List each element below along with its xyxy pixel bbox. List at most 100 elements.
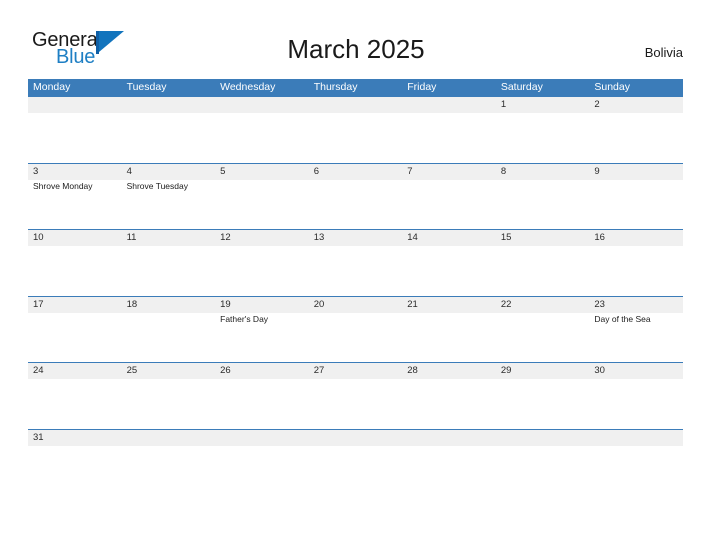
day-number-band: 17 18 19 20 21 22 23 (28, 296, 683, 313)
day-event (309, 246, 403, 296)
day-number-band: 10 11 12 13 14 15 16 (28, 230, 683, 246)
week-row: 10 11 12 13 14 15 16 (28, 229, 683, 296)
day-number[interactable]: 19 (215, 297, 309, 313)
day-number[interactable] (496, 430, 590, 446)
day-number[interactable]: 20 (309, 297, 403, 313)
day-event (122, 246, 216, 296)
weekday-header-friday: Friday (407, 81, 437, 93)
weekday-header-wednesday: Wednesday (220, 81, 276, 93)
day-number[interactable] (215, 97, 309, 113)
day-number[interactable]: 8 (496, 164, 590, 180)
day-event (122, 379, 216, 429)
day-number[interactable]: 13 (309, 230, 403, 246)
day-number[interactable] (309, 97, 403, 113)
day-number[interactable] (402, 97, 496, 113)
day-number[interactable]: 26 (215, 363, 309, 379)
day-event (402, 113, 496, 163)
page-header: General Blue March 2025 Bolivia (0, 0, 712, 79)
day-number[interactable]: 29 (496, 363, 590, 379)
day-event (402, 246, 496, 296)
day-event (215, 246, 309, 296)
day-number[interactable] (309, 430, 403, 446)
week-row: 31 (28, 428, 683, 454)
day-number[interactable]: 5 (215, 164, 309, 180)
day-event-band (28, 246, 683, 296)
day-event (402, 379, 496, 429)
day-event (28, 113, 122, 163)
day-event (309, 379, 403, 429)
week-row: 17 18 19 20 21 22 23 Father's Day Day of… (28, 295, 683, 363)
day-event (496, 180, 590, 230)
day-event (122, 313, 216, 363)
day-event (215, 379, 309, 429)
day-event (589, 379, 683, 429)
day-event (402, 180, 496, 230)
day-number[interactable]: 30 (589, 363, 683, 379)
day-number-band: 24 25 26 27 28 29 30 (28, 363, 683, 379)
calendar-bottom-edge (28, 454, 683, 455)
weekday-header-row: Monday Tuesday Wednesday Thursday Friday… (28, 79, 683, 96)
day-event (215, 113, 309, 163)
day-number[interactable]: 3 (28, 164, 122, 180)
day-number[interactable]: 18 (122, 297, 216, 313)
day-number[interactable]: 12 (215, 230, 309, 246)
day-number[interactable]: 23 (589, 297, 683, 313)
day-event (28, 313, 122, 363)
day-number[interactable]: 2 (589, 97, 683, 113)
week-row: 24 25 26 27 28 29 30 (28, 362, 683, 429)
day-number[interactable]: 24 (28, 363, 122, 379)
day-event: Day of the Sea (594, 313, 651, 324)
country-label: Bolivia (644, 45, 683, 60)
day-number[interactable]: 16 (589, 230, 683, 246)
day-event-band: Father's Day Day of the Sea (28, 313, 683, 363)
weekday-header-sunday: Sunday (594, 81, 630, 93)
day-event (496, 379, 590, 429)
day-event (309, 113, 403, 163)
page-title: March 2025 (287, 34, 425, 64)
week-row: 1 2 (28, 96, 683, 163)
day-number[interactable] (122, 97, 216, 113)
day-number[interactable] (215, 430, 309, 446)
day-number[interactable]: 17 (28, 297, 122, 313)
day-number[interactable] (28, 97, 122, 113)
day-event (122, 113, 216, 163)
day-number[interactable] (589, 430, 683, 446)
day-number[interactable]: 22 (496, 297, 590, 313)
day-number[interactable] (402, 430, 496, 446)
weekday-header-monday: Monday (33, 81, 71, 93)
day-event-band: Shrove Monday Shrove Tuesday (28, 180, 683, 230)
day-number[interactable]: 7 (402, 164, 496, 180)
weekday-header-saturday: Saturday (500, 81, 543, 93)
day-event: Shrove Monday (33, 180, 93, 191)
day-event (496, 113, 590, 163)
day-number[interactable]: 14 (402, 230, 496, 246)
day-event (215, 180, 309, 230)
day-event: Father's Day (220, 313, 269, 324)
day-event (589, 246, 683, 296)
day-number-band: 1 2 (28, 97, 683, 113)
day-number-band: 3 4 5 6 7 8 9 (28, 163, 683, 180)
day-number[interactable]: 28 (402, 363, 496, 379)
day-number[interactable]: 9 (589, 164, 683, 180)
weekday-header-tuesday: Tuesday (126, 81, 167, 93)
day-number[interactable]: 25 (122, 363, 216, 379)
day-event (28, 246, 122, 296)
day-number[interactable]: 27 (309, 363, 403, 379)
day-number-band: 31 (28, 429, 683, 446)
day-number[interactable]: 21 (402, 297, 496, 313)
day-number[interactable]: 4 (122, 164, 216, 180)
day-number[interactable]: 1 (496, 97, 590, 113)
day-number[interactable]: 6 (309, 164, 403, 180)
day-number[interactable]: 15 (496, 230, 590, 246)
day-number[interactable]: 31 (28, 430, 122, 446)
day-event (496, 246, 590, 296)
weekday-header-thursday: Thursday (313, 81, 358, 93)
week-row: 3 4 5 6 7 8 9 Shrove Monday Shrove Tuesd… (28, 162, 683, 230)
day-number[interactable]: 10 (28, 230, 122, 246)
day-event-band (28, 113, 683, 163)
day-number[interactable]: 11 (122, 230, 216, 246)
day-number[interactable] (122, 430, 216, 446)
day-event (589, 180, 683, 230)
calendar-page: General Blue March 2025 Bolivia Monday T… (0, 0, 712, 550)
day-event: Shrove Tuesday (126, 180, 188, 191)
